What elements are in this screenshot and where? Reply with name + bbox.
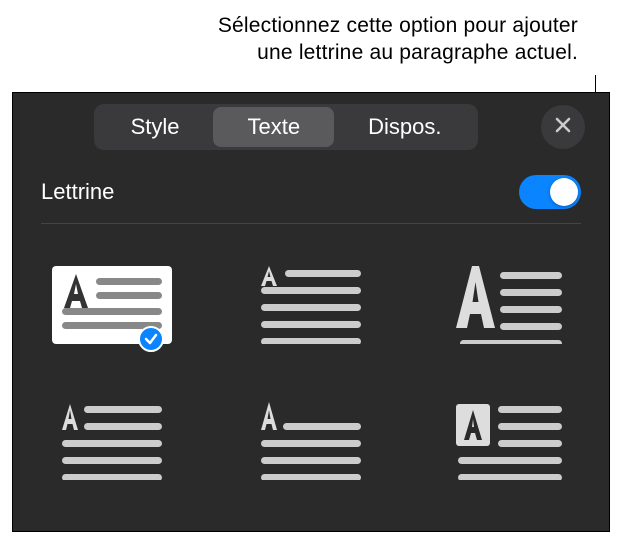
lettrine-section: Lettrine (13, 161, 609, 223)
section-header: Lettrine (41, 161, 581, 223)
divider (41, 223, 581, 224)
callout-text: Sélectionnez cette option pour ajouter u… (0, 0, 622, 67)
dropcap-option-6[interactable] (438, 402, 581, 480)
tab-dispos[interactable]: Dispos. (334, 107, 475, 147)
dropcap-style-grid (13, 250, 609, 480)
dropcap-option-5[interactable] (240, 402, 383, 480)
close-button[interactable] (541, 105, 585, 149)
tab-style[interactable]: Style (97, 107, 214, 147)
toggle-knob (550, 178, 578, 206)
dropcap-heavy-icon (450, 266, 570, 344)
inspector-panel: Style Texte Dispos. Lettrine (12, 92, 610, 532)
segmented-control: Style Texte Dispos. (94, 104, 479, 150)
section-title: Lettrine (41, 179, 114, 205)
dropcap-flow-icon (251, 402, 371, 480)
tab-texte[interactable]: Texte (213, 107, 334, 147)
dropcap-option-1[interactable] (41, 266, 184, 344)
dropcap-option-4[interactable] (41, 402, 184, 480)
dropcap-inline-icon (52, 402, 172, 480)
dropcap-boxed-icon (450, 402, 570, 480)
dropcap-margin-icon (251, 266, 371, 344)
lettrine-toggle[interactable] (519, 175, 581, 209)
callout-line-2: une lettrine au paragraphe actuel. (100, 39, 578, 66)
checkmark-icon (138, 326, 164, 352)
close-icon (554, 116, 572, 139)
tab-bar: Style Texte Dispos. (13, 93, 609, 161)
dropcap-option-2[interactable] (240, 266, 383, 344)
dropcap-option-3[interactable] (438, 266, 581, 344)
callout-line-1: Sélectionnez cette option pour ajouter (100, 12, 578, 39)
